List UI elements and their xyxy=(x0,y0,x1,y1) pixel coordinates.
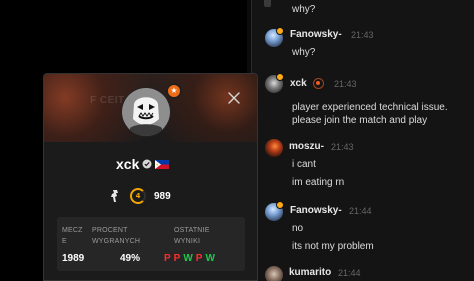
chat-message-text: its not my problem xyxy=(292,241,374,252)
philippines-flag-icon xyxy=(155,159,170,169)
result-item: P xyxy=(173,253,181,264)
win-label-line-1: PROCENT xyxy=(92,227,128,234)
chat-username[interactable]: moszu- xyxy=(289,141,324,152)
chat-message-text: why? xyxy=(292,4,316,15)
win-value: 49% xyxy=(120,253,141,264)
matches-label-line-2: E xyxy=(62,238,67,245)
chat-panel: why? Fanowsky- 21:43 why? xck 21:43 play… xyxy=(251,0,474,281)
profile-avatar[interactable] xyxy=(122,88,170,136)
chat-message-text: im eating rn xyxy=(292,177,345,188)
kumarito-avatar[interactable] xyxy=(265,266,283,281)
result-item: W xyxy=(183,253,193,264)
avatar-badge-icon xyxy=(276,73,284,81)
level-icon: 4 xyxy=(130,188,146,204)
result-item: P xyxy=(164,253,171,264)
results-label-line-1: OSTATNIE xyxy=(174,227,210,234)
banner-text: F CEIT xyxy=(90,95,125,106)
pistol-icon xyxy=(111,190,118,202)
moszu-avatar[interactable] xyxy=(265,139,283,157)
game-stats-row: 4 989 xyxy=(110,188,171,204)
screen: why? Fanowsky- 21:43 why? xck 21:43 play… xyxy=(0,0,474,281)
close-button[interactable] xyxy=(227,91,241,105)
win-label-line-2: WYGRANYCH xyxy=(92,238,141,245)
avatar-badge-icon xyxy=(276,27,284,35)
chat-message-text: please join the match and play xyxy=(292,115,428,126)
chat-username[interactable]: xck xyxy=(290,78,307,89)
chat-timestamp: 21:43 xyxy=(351,30,374,40)
chat-timestamp: 21:44 xyxy=(349,206,372,216)
avatar-badge-icon xyxy=(276,201,284,209)
chat-timestamp: 21:43 xyxy=(331,142,354,152)
chat-timestamp: 21:43 xyxy=(334,79,357,89)
recent-results: P P W P W xyxy=(164,253,215,264)
result-item: P xyxy=(195,253,203,264)
profile-card: F CEIT ★ xck 4 989 MECZ E 1989 PROCENT W… xyxy=(43,73,258,281)
matches-label-line-1: MECZ xyxy=(62,227,83,234)
profile-name: xck xyxy=(116,156,140,172)
elo-value: 989 xyxy=(154,190,171,202)
matches-value: 1989 xyxy=(62,253,85,264)
stats-box: MECZ E 1989 PROCENT WYGRANYCH 49% OSTATN… xyxy=(57,217,245,271)
chat-username[interactable]: Fanowsky- xyxy=(290,205,342,216)
level-icon xyxy=(313,78,324,89)
chat-timestamp: 21:44 xyxy=(338,268,361,278)
verified-badge: ★ xyxy=(166,83,182,99)
chat-username[interactable]: Fanowsky- xyxy=(290,29,342,40)
verified-icon xyxy=(142,159,152,169)
ghost-avatar-icon xyxy=(122,88,170,136)
chat-scroll-handle[interactable] xyxy=(264,0,271,7)
results-label-line-2: WYNIKI xyxy=(174,238,201,245)
chat-username[interactable]: kumarito xyxy=(289,267,331,278)
result-item: W xyxy=(205,253,215,264)
chat-message-text: no xyxy=(292,223,304,234)
chat-message-text: why? xyxy=(292,47,316,58)
close-icon xyxy=(228,92,240,104)
profile-name-row: xck xyxy=(116,156,170,172)
chat-message-text: player experienced technical issue. xyxy=(292,102,448,113)
chat-message-text: i cant xyxy=(292,159,316,170)
